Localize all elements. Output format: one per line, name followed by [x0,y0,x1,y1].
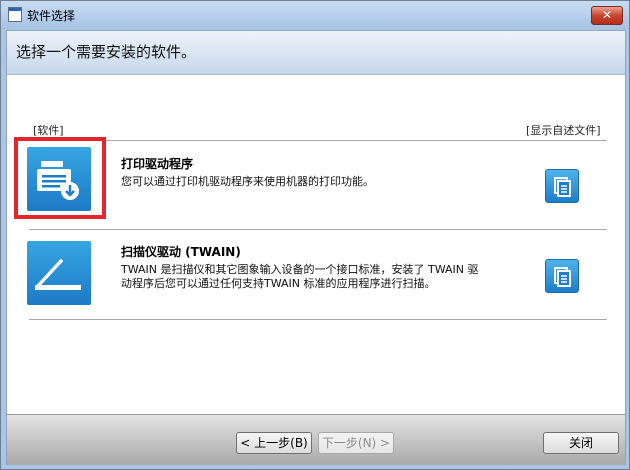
back-button[interactable]: < 上一步(B) [236,432,312,454]
close-button[interactable]: 关闭 [543,432,619,454]
item-divider [29,229,607,230]
header-divider [29,140,607,141]
title-bar[interactable]: 软件选择 ✕ [1,1,629,29]
instruction-banner: 选择一个需要安装的软件。 [7,31,625,75]
instruction-text: 选择一个需要安装的软件。 [16,43,197,61]
scanner-driver-description: TWAIN 是扫描仪和其它图象输入设备的一个接口标准，安装了 TWAIN 驱动程… [121,263,479,290]
scanner-driver-title[interactable]: 扫描仪驱动 (TWAIN) [121,243,241,260]
scanner-icon [35,259,81,290]
printer-readme-button[interactable] [545,169,579,203]
app-icon [8,7,22,22]
scanner-driver-button[interactable] [27,241,91,305]
selection-highlight [14,137,106,219]
document-icon [554,177,571,197]
window-title: 软件选择 [27,9,76,23]
printer-driver-description: 您可以通过打印机驱动程序来使用机器的打印功能。 [121,175,374,188]
installer-window: 软件选择 ✕ 选择一个需要安装的软件。 [软件] [显示自述文件] 打印驱动程序… [0,0,630,470]
printer-driver-title[interactable]: 打印驱动程序 [121,155,193,172]
button-bar: < 上一步(B) 下一步(N) > 关闭 [7,414,625,465]
next-button[interactable]: 下一步(N) > [318,432,394,454]
software-column-header: [软件] [33,124,64,137]
readme-column-header: [显示自述文件] [526,124,601,137]
document-icon [554,267,571,287]
window-close-button[interactable]: ✕ [591,6,623,25]
dialog-client-area: 选择一个需要安装的软件。 [软件] [显示自述文件] 打印驱动程序 您可以通过打… [6,30,626,465]
scanner-readme-button[interactable] [545,259,579,293]
item-divider [29,319,607,320]
